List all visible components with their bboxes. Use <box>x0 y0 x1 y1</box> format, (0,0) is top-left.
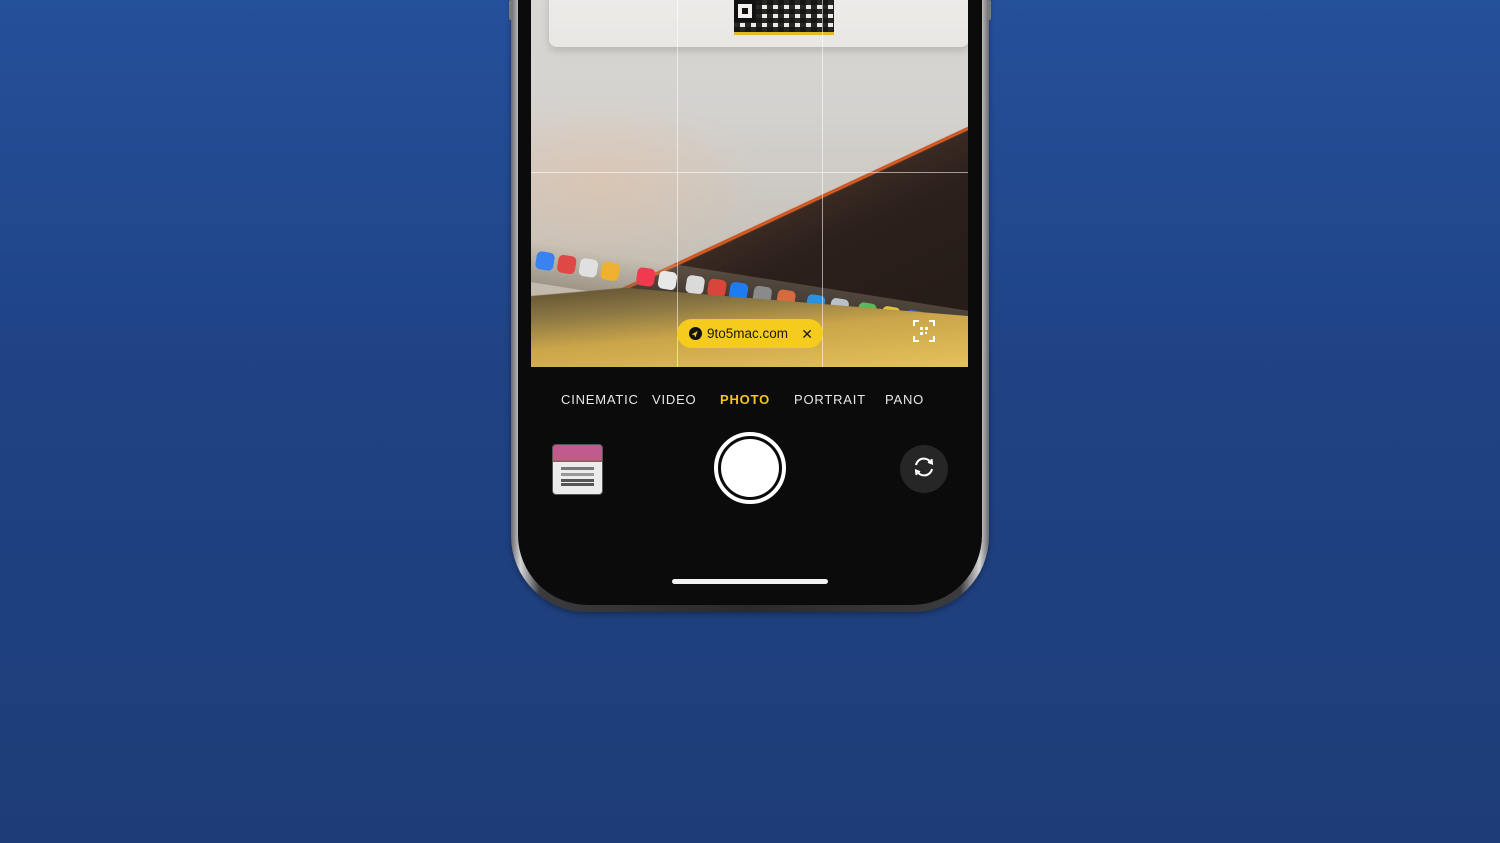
mode-cinematic[interactable]: CINEMATIC <box>561 392 639 407</box>
camera-viewfinder[interactable]: 9to5mac.com ✕ <box>531 0 968 367</box>
dock-app-icon <box>599 261 621 282</box>
mode-pano[interactable]: PANO <box>885 392 924 407</box>
screen: 9to5mac.com ✕ CINEMATIC VIDEO PHOTO PORT… <box>518 0 982 605</box>
mode-video[interactable]: VIDEO <box>652 392 696 407</box>
compass-icon <box>689 327 702 340</box>
dock-app-icon <box>556 254 578 275</box>
iphone-frame: 9to5mac.com ✕ CINEMATIC VIDEO PHOTO PORT… <box>509 0 991 612</box>
camera-mode-selector[interactable]: CINEMATIC VIDEO PHOTO PORTRAIT PANO <box>518 392 982 412</box>
dock-app-icon <box>578 257 599 279</box>
grid-line <box>531 172 968 173</box>
qr-scan-icon[interactable] <box>912 319 936 343</box>
qr-link-label: 9to5mac.com <box>707 326 789 341</box>
home-indicator[interactable] <box>672 579 828 584</box>
last-photo-thumbnail[interactable] <box>552 444 603 495</box>
side-button-left <box>509 0 513 20</box>
dock-app-icon <box>635 266 657 288</box>
camera-flip-button[interactable] <box>900 445 948 493</box>
dock-app-icon <box>534 250 556 272</box>
mode-photo[interactable]: PHOTO <box>720 392 770 407</box>
shutter-button[interactable] <box>714 432 786 504</box>
dock-app-icon <box>684 274 706 296</box>
close-icon[interactable]: ✕ <box>801 327 813 341</box>
qr-link-button[interactable]: 9to5mac.com ✕ <box>677 319 823 348</box>
side-button-right <box>987 0 991 20</box>
camera-flip-icon <box>911 454 937 485</box>
dock-app-icon <box>657 270 678 291</box>
thumbnail-content <box>561 467 594 470</box>
grid-line <box>677 0 678 367</box>
mode-portrait[interactable]: PORTRAIT <box>794 392 866 407</box>
grid-line <box>822 0 823 367</box>
